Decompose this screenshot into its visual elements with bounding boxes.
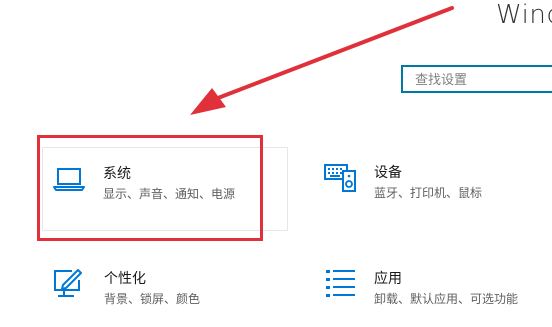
tile-subtitle: 卸载、默认应用、可选功能: [374, 292, 519, 306]
window-title: Windows: [496, 0, 552, 30]
tile-subtitle: 显示、声音、通知、电源: [103, 187, 236, 201]
search-input[interactable]: [415, 71, 549, 89]
tile-devices[interactable]: 设备 蓝牙、打印机、鼠标: [318, 147, 552, 231]
tile-title: 应用: [374, 271, 402, 287]
tile-title: 个性化: [104, 271, 146, 287]
pen-screen-icon: [50, 266, 86, 302]
keyboard-speaker-icon: [322, 157, 358, 193]
tile-subtitle: 背景、锁屏、颜色: [104, 292, 201, 306]
tile-title: 设备: [374, 165, 402, 181]
settings-window: Windows 系统 显示、声音、通知、电源: [0, 0, 552, 327]
app-list-icon: [322, 266, 358, 302]
laptop-icon: [51, 161, 87, 197]
tile-title: 系统: [103, 166, 131, 182]
tile-personalization[interactable]: 个性化 背景、锁屏、颜色: [42, 258, 292, 327]
tile-subtitle: 蓝牙、打印机、鼠标: [374, 186, 483, 200]
tile-system[interactable]: 系统 显示、声音、通知、电源: [42, 147, 288, 231]
tile-apps[interactable]: 应用 卸载、默认应用、可选功能: [318, 258, 552, 327]
search-box[interactable]: [401, 65, 552, 93]
